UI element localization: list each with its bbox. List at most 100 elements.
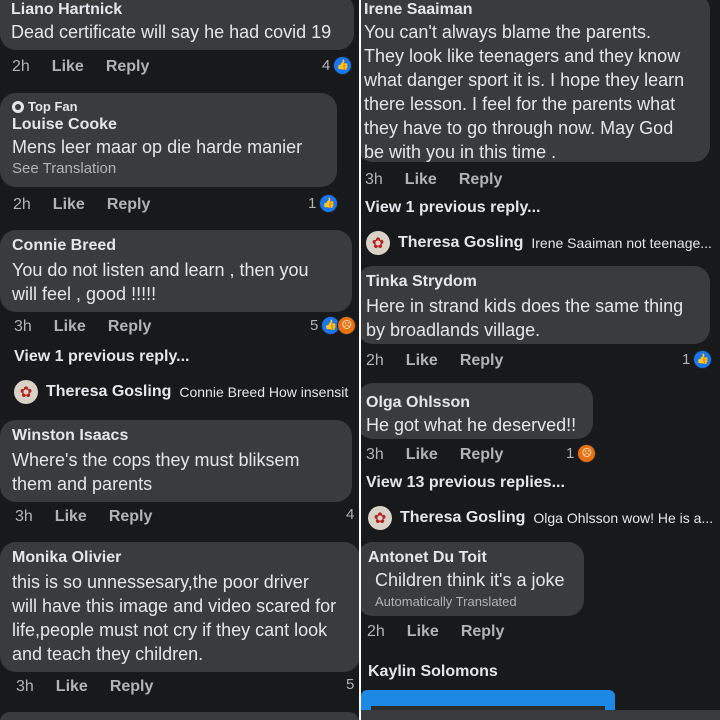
like-button[interactable]: Like bbox=[406, 446, 438, 464]
comment-text: be with you in this time . bbox=[364, 142, 557, 162]
reply-preview[interactable]: ✿ Theresa Gosling Connie Breed How insen… bbox=[14, 380, 348, 404]
comment-author[interactable]: Winston Isaacs bbox=[12, 426, 340, 446]
view-previous-replies-link[interactable]: View 1 previous reply... bbox=[365, 199, 540, 217]
comment-actions: 2h Like Reply bbox=[366, 352, 503, 370]
comment-author[interactable]: Louise Cooke bbox=[12, 115, 325, 135]
comment-text: them and parents bbox=[12, 474, 153, 494]
reply-text: Olga Ohlsson wow! He is a... bbox=[533, 510, 714, 526]
comment-author[interactable]: Olga Ohlsson bbox=[366, 393, 581, 413]
comment-author[interactable]: Kaylin Solomons bbox=[368, 662, 498, 682]
comment-text: and teach they children. bbox=[12, 644, 204, 664]
comment-actions: 2h Like Reply bbox=[12, 58, 149, 76]
comment-actions: 2h Like Reply bbox=[13, 196, 150, 214]
reaction-number: 5 bbox=[346, 676, 355, 693]
top-fan-label: Top Fan bbox=[28, 99, 78, 114]
comment-actions: 3h Like Reply bbox=[14, 318, 151, 336]
comment-actions: 2h Like Reply bbox=[367, 623, 504, 641]
reaction-count[interactable]: 1 ☹ bbox=[566, 444, 597, 463]
comment-text: Children think it's a joke bbox=[375, 570, 565, 590]
view-previous-replies-link[interactable]: View 13 previous replies... bbox=[366, 474, 565, 492]
like-button[interactable]: Like bbox=[52, 58, 84, 76]
top-fan-icon bbox=[12, 101, 24, 113]
reply-author[interactable]: Theresa Gosling bbox=[398, 234, 523, 252]
comment-time: 2h bbox=[13, 196, 31, 213]
like-reaction-icon: 👍 bbox=[693, 350, 713, 369]
like-button[interactable]: Like bbox=[54, 318, 86, 336]
comment-time: 3h bbox=[365, 171, 383, 188]
reply-button[interactable]: Reply bbox=[460, 446, 504, 464]
comment-text: will feel , good !!!!! bbox=[12, 284, 157, 304]
like-reaction-icon: 👍 bbox=[319, 194, 339, 213]
comment-author[interactable]: Monika Olivier bbox=[12, 548, 348, 568]
footer-bar bbox=[361, 710, 720, 720]
reaction-number: 4 bbox=[322, 57, 331, 74]
comment-bubble: Tinka Strydom Here in strand kids does t… bbox=[361, 266, 710, 344]
comment-author[interactable]: Antonet Du Toit bbox=[368, 548, 572, 568]
reply-preview[interactable]: ✿ Theresa Gosling Olga Ohlsson wow! He i… bbox=[368, 506, 713, 530]
like-button[interactable]: Like bbox=[405, 171, 437, 189]
comment-text: Dead certificate will say he had covid 1… bbox=[11, 22, 332, 42]
reply-button[interactable]: Reply bbox=[461, 623, 505, 641]
reply-button[interactable]: Reply bbox=[459, 171, 503, 189]
comment-time: 2h bbox=[367, 623, 385, 640]
reply-button[interactable]: Reply bbox=[110, 678, 154, 696]
comment-text: they have to go through now. May God bbox=[364, 118, 674, 138]
next-comment-bubble-edge bbox=[0, 712, 359, 720]
reaction-count[interactable]: 1 👍 bbox=[682, 350, 713, 369]
comment-time: 2h bbox=[12, 58, 30, 75]
comment-time: 3h bbox=[16, 678, 34, 695]
reply-button[interactable]: Reply bbox=[460, 352, 504, 370]
like-button[interactable]: Like bbox=[55, 508, 87, 526]
reply-button[interactable]: Reply bbox=[106, 58, 150, 76]
reply-text: Irene Saaiman not teenage... bbox=[531, 235, 712, 251]
comment-text: what danger sport it is. I hope they lea… bbox=[364, 70, 685, 90]
reaction-count[interactable]: 4 👍 bbox=[322, 56, 353, 75]
like-button[interactable]: Like bbox=[53, 196, 85, 214]
reply-button[interactable]: Reply bbox=[107, 196, 151, 214]
comment-text: by broadlands village. bbox=[366, 320, 541, 340]
reply-button[interactable]: Reply bbox=[109, 508, 153, 526]
reaction-number: 5 bbox=[310, 317, 319, 334]
comment-actions: 3h Like Reply bbox=[16, 678, 153, 696]
reaction-count[interactable]: 5 bbox=[346, 676, 354, 693]
comment-author[interactable]: Liano Hartnick bbox=[11, 0, 342, 20]
reply-button[interactable]: Reply bbox=[108, 318, 152, 336]
avatar[interactable]: ✿ bbox=[368, 506, 392, 530]
reaction-count[interactable]: 1 👍 bbox=[308, 194, 339, 213]
reply-author[interactable]: Theresa Gosling bbox=[400, 509, 525, 527]
comment-author[interactable]: Connie Breed bbox=[12, 236, 340, 256]
top-fan-badge: Top Fan bbox=[12, 99, 325, 115]
comment-bubble: Top Fan Louise Cooke Mens leer maar op d… bbox=[0, 93, 337, 187]
comment-actions: 3h Like Reply bbox=[366, 446, 503, 464]
reply-text: Connie Breed How insensit bbox=[179, 384, 349, 400]
reaction-count[interactable]: 5 👍 ☹ bbox=[310, 316, 357, 335]
comment-text: this is so unnessesary,the poor driver bbox=[12, 572, 309, 592]
reaction-number: 1 bbox=[566, 445, 575, 462]
view-previous-replies-link[interactable]: View 1 previous reply... bbox=[14, 348, 189, 366]
comment-text: life,people must not cry if they cant lo… bbox=[12, 620, 328, 640]
see-translation-link[interactable]: See Translation bbox=[12, 159, 325, 179]
like-button[interactable]: Like bbox=[406, 352, 438, 370]
right-comments-panel: Irene Saaiman You can't always blame the… bbox=[361, 0, 720, 720]
avatar[interactable]: ✿ bbox=[14, 380, 38, 404]
comment-author[interactable]: Irene Saaiman bbox=[364, 0, 698, 20]
avatar[interactable]: ✿ bbox=[366, 231, 390, 255]
reply-preview[interactable]: ✿ Theresa Gosling Irene Saaiman not teen… bbox=[366, 231, 712, 255]
auto-translated-label[interactable]: Automatically Translated bbox=[368, 592, 572, 612]
comment-time: 3h bbox=[366, 446, 384, 463]
comment-actions: 3h Like Reply bbox=[15, 508, 152, 526]
comment-text: They look like teenagers and they know bbox=[364, 46, 681, 66]
reply-author[interactable]: Theresa Gosling bbox=[46, 383, 171, 401]
comment-time: 3h bbox=[14, 318, 32, 335]
comment-time: 3h bbox=[15, 508, 33, 525]
comment-text: You do not listen and learn , then you bbox=[12, 260, 309, 280]
comment-author[interactable]: Tinka Strydom bbox=[366, 272, 698, 292]
reaction-count[interactable]: 4 bbox=[346, 506, 354, 523]
like-button[interactable]: Like bbox=[407, 623, 439, 641]
comment-actions: 3h Like Reply bbox=[365, 171, 502, 189]
comment-text: Mens leer maar op die harde manier bbox=[12, 137, 303, 157]
like-reaction-icon: 👍 bbox=[333, 56, 353, 75]
like-button[interactable]: Like bbox=[56, 678, 88, 696]
comment-text: You can't always blame the parents. bbox=[364, 22, 651, 42]
angry-reaction-icon: ☹ bbox=[577, 444, 597, 463]
